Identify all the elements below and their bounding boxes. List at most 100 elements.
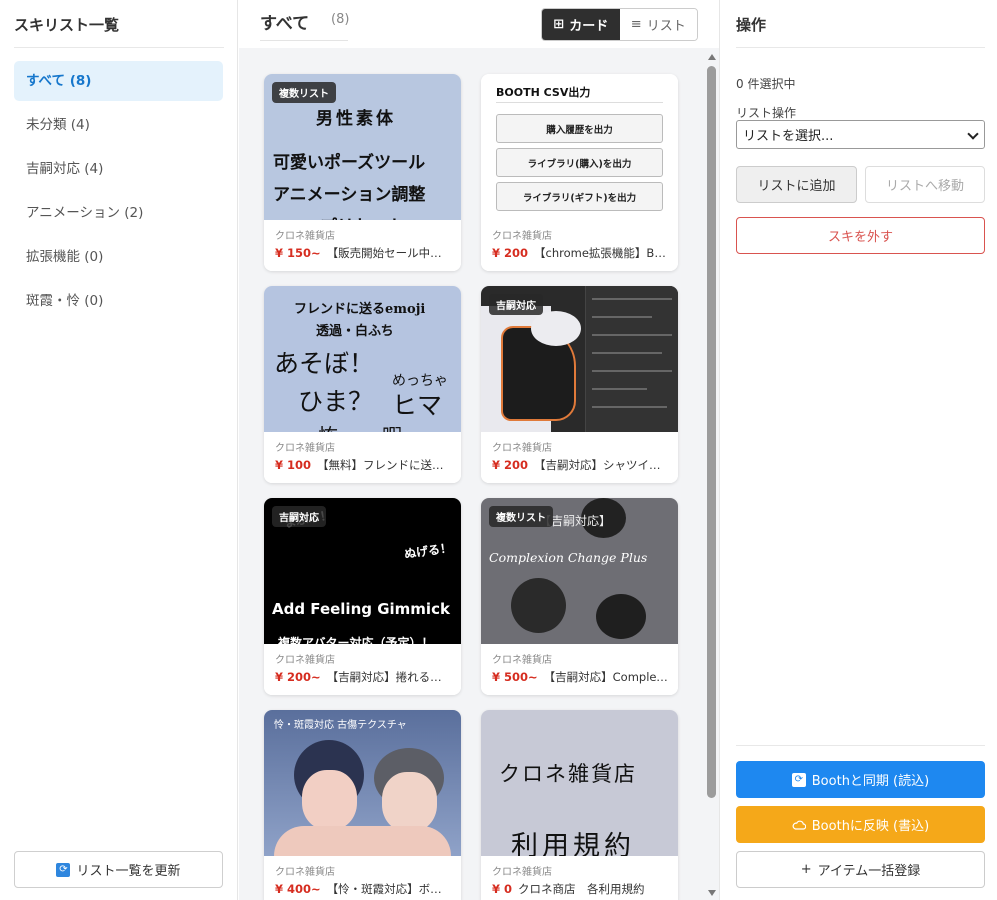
list-icon: ≡ xyxy=(630,17,642,32)
thumb-text: プリセット xyxy=(320,212,405,220)
sidebar-item-hanka-rei[interactable]: 斑霞・怜 (0) xyxy=(14,281,223,321)
item-card[interactable]: フレンドに送るemoji 透過・白ふち あそぼ！ めっちゃ ひま？ ヒマ 怖 暇… xyxy=(264,286,461,483)
scrollbar-thumb[interactable] xyxy=(707,66,716,798)
thumb-panel-row xyxy=(592,370,672,372)
card-price: ¥ 200~ xyxy=(275,670,321,684)
move-to-list-button[interactable]: リストへ移動 xyxy=(865,166,985,203)
card-info: クロネ雑貨店 ¥ 0 クロネ商店 各利用規約 xyxy=(481,856,678,900)
thumb-panel-row xyxy=(592,298,672,300)
card-info: クロネ雑貨店 ¥ 200~ 【吉嗣対応】捲れる… xyxy=(264,644,461,695)
scroll-up-icon[interactable] xyxy=(708,54,716,60)
thumb-text: Complexion Change Plus xyxy=(489,550,648,565)
panel-title: 操作 xyxy=(736,14,985,48)
card-shop: クロネ雑貨店 xyxy=(492,231,552,242)
item-card[interactable]: 吉嗣対応 クロネ雑貨店 ¥ 200 【吉嗣対応】シャツイ… xyxy=(481,286,678,483)
card-info: クロネ雑貨店 ¥ 200 【chrome拡張機能】Bo… xyxy=(481,220,678,271)
thumb-arm-shape xyxy=(531,311,581,346)
sidebar-item-uncategorized[interactable]: 未分類 (4) xyxy=(14,105,223,145)
thumb-button: 購入履歴を出力 xyxy=(496,114,663,143)
card-shop: クロネ雑貨店 xyxy=(275,231,335,242)
thumb-panel-row xyxy=(592,406,667,408)
list-view-button[interactable]: ≡ リスト xyxy=(619,9,697,40)
bulk-register-button[interactable]: + アイテム一括登録 xyxy=(736,851,985,888)
scrollbar[interactable] xyxy=(704,48,719,900)
card-price: ¥ 150~ xyxy=(275,246,321,260)
thumb-face-shape xyxy=(382,772,437,832)
thumb-text: クロネ雑貨店 xyxy=(499,762,637,786)
card-view-label: カード xyxy=(569,19,609,34)
thumb-panel-row xyxy=(592,334,672,336)
card-grid: 男性素体 可愛いポーズツール アニメーション調整 プリセット 複数リスト クロネ… xyxy=(239,48,704,900)
card-title: 【販売開始セール中… xyxy=(326,246,442,260)
thumb-text: ひま？ xyxy=(298,387,374,416)
main-header: すべて (8) ⊞ カード ≡ リスト xyxy=(239,0,719,48)
card-info: クロネ雑貨店 ¥ 400~ 【怜・斑霞対応】ボデ… xyxy=(264,856,461,900)
thumb-editor-panel xyxy=(585,286,678,432)
card-thumbnail: 怜・斑霞対応 古傷テクスチャ xyxy=(264,710,461,856)
list-select-value: リストを選択... xyxy=(743,129,834,144)
card-price: ¥ 200 xyxy=(492,458,529,472)
item-card[interactable]: まぶっ！ ぬげる！ Add Feeling Gimmick 複数アバター対応（予… xyxy=(264,498,461,695)
page-title: すべて xyxy=(260,14,310,34)
reflect-booth-label: Boothに反映 (書込) xyxy=(811,819,930,834)
item-card[interactable]: 男性素体 可愛いポーズツール アニメーション調整 プリセット 複数リスト クロネ… xyxy=(264,74,461,271)
selected-count: 0 件選択中 xyxy=(736,77,796,91)
thumb-panel-row xyxy=(592,388,647,390)
grid-icon: ⊞ xyxy=(553,17,565,32)
card-title: クロネ商店 各利用規約 xyxy=(518,882,645,896)
card-price: ¥ 200 xyxy=(492,246,529,260)
thumb-text: 暇 xyxy=(382,420,402,432)
card-view-button[interactable]: ⊞ カード xyxy=(542,9,620,40)
add-to-list-button[interactable]: リストに追加 xyxy=(736,166,857,203)
card-info: クロネ雑貨店 ¥ 500~ 【吉嗣対応】Complex… xyxy=(481,644,678,695)
list-view-label: リスト xyxy=(646,19,686,34)
card-title: 【吉嗣対応】捲れる… xyxy=(326,670,442,684)
card-info: クロネ雑貨店 ¥ 150~ 【販売開始セール中… xyxy=(264,220,461,271)
sidebar-item-extension[interactable]: 拡張機能 (0) xyxy=(14,237,223,277)
thumb-text: 可愛いポーズツール xyxy=(273,153,426,173)
sidebar-item-all[interactable]: すべて (8) xyxy=(14,61,223,101)
view-toggle: ⊞ カード ≡ リスト xyxy=(541,8,698,41)
list-select[interactable]: リストを選択... xyxy=(736,120,985,149)
item-card[interactable]: 【吉嗣対応】 Complexion Change Plus 複数リスト クロネ雑… xyxy=(481,498,678,695)
thumb-text: 複数アバター対応（予定）！ xyxy=(278,636,434,644)
sync-icon: ⟳ xyxy=(791,772,806,787)
sync-booth-button[interactable]: ⟳ Boothと同期 (読込) xyxy=(736,761,985,798)
card-badge: 複数リスト xyxy=(272,82,336,103)
thumb-text: Add Feeling Gimmick xyxy=(272,600,450,618)
card-badge: 複数リスト xyxy=(489,506,553,527)
card-badge: 吉嗣対応 xyxy=(489,294,543,315)
thumb-divider xyxy=(496,102,663,103)
card-shop: クロネ雑貨店 xyxy=(275,443,335,454)
card-shop: クロネ雑貨店 xyxy=(492,443,552,454)
card-thumbnail: クロネ雑貨店 利用規約 xyxy=(481,710,678,856)
item-card[interactable]: 怜・斑霞対応 古傷テクスチャ クロネ雑貨店 ¥ 400~ 【怜・斑霞対応】ボデ… xyxy=(264,710,461,900)
sidebar-list: すべて (8) 未分類 (4) 吉嗣対応 (4) アニメーション (2) 拡張機… xyxy=(14,61,223,325)
item-count: (8) xyxy=(331,12,350,27)
title-underline xyxy=(260,40,348,41)
card-title: 【吉嗣対応】Complex… xyxy=(543,670,668,684)
thumb-text: ぬげる！ xyxy=(403,540,453,562)
thumb-text: 怜・斑霞対応 古傷テクスチャ xyxy=(274,720,407,731)
sidebar-item-animation[interactable]: アニメーション (2) xyxy=(14,193,223,233)
reflect-booth-button[interactable]: Boothに反映 (書込) xyxy=(736,806,985,843)
sync-icon: ⟳ xyxy=(56,862,71,877)
item-card[interactable]: BOOTH CSV出力 購入履歴を出力 ライブラリ(購入)を出力 ライブラリ(ギ… xyxy=(481,74,678,271)
item-card[interactable]: クロネ雑貨店 利用規約 クロネ雑貨店 ¥ 0 クロネ商店 各利用規約 xyxy=(481,710,678,900)
refresh-list-button[interactable]: ⟳ リスト一覧を更新 xyxy=(14,851,223,888)
card-info: クロネ雑貨店 ¥ 200 【吉嗣対応】シャツイ… xyxy=(481,432,678,483)
scroll-down-icon[interactable] xyxy=(708,890,716,896)
card-title: 【怜・斑霞対応】ボデ… xyxy=(326,882,451,896)
card-info: クロネ雑貨店 ¥ 100 【無料】フレンドに送… xyxy=(264,432,461,483)
panel-divider xyxy=(736,745,985,746)
card-shop: クロネ雑貨店 xyxy=(275,867,335,878)
card-thumbnail: フレンドに送るemoji 透過・白ふち あそぼ！ めっちゃ ひま？ ヒマ 怖 暇 xyxy=(264,286,461,432)
sidebar-item-yoshitsugu[interactable]: 吉嗣対応 (4) xyxy=(14,149,223,189)
remove-like-button[interactable]: スキを外す xyxy=(736,217,985,254)
main-area: すべて (8) ⊞ カード ≡ リスト 男性素体 可愛いポーズツール アニメーシ… xyxy=(239,0,719,900)
card-title: 【無料】フレンドに送… xyxy=(317,458,444,472)
thumb-text: フレンドに送るemoji xyxy=(294,302,426,317)
thumb-text: 透過・白ふち xyxy=(316,324,394,339)
thumb-body-shape xyxy=(274,826,451,856)
thumb-face-shape xyxy=(302,770,357,830)
